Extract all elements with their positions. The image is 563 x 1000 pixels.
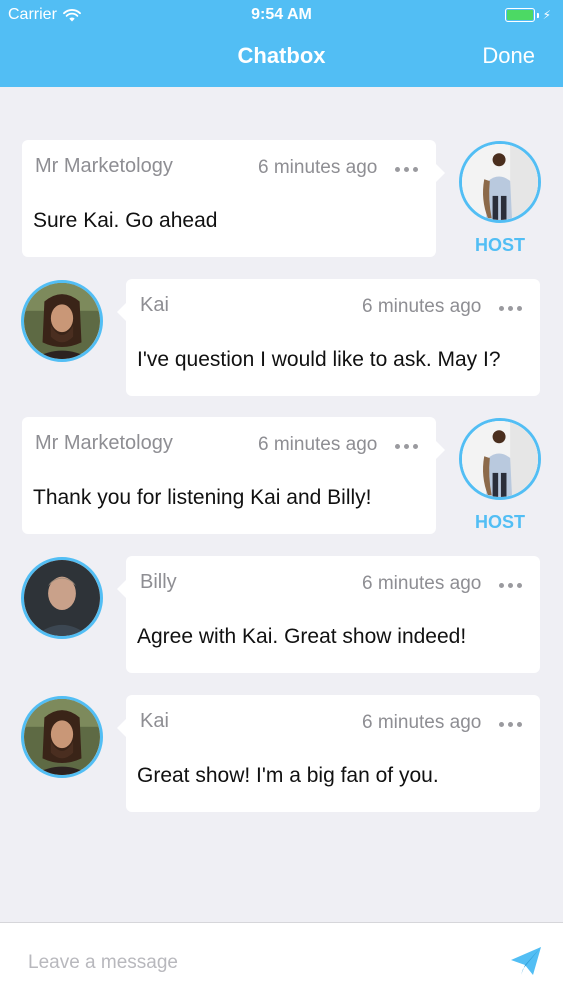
chat-message: Kai 6 minutes ago Great show! I'm a big … (0, 695, 563, 813)
chat-message: Billy 6 minutes ago Agree with Kai. Grea… (0, 556, 563, 674)
ellipsis-icon[interactable] (499, 306, 522, 311)
message-bubble[interactable]: Billy 6 minutes ago Agree with Kai. Grea… (117, 556, 540, 673)
kai-avatar[interactable] (21, 280, 103, 362)
ellipsis-icon[interactable] (395, 167, 418, 172)
chat-message: Mr Marketology 6 minutes ago Thank you f… (0, 417, 563, 535)
chat-message: Kai 6 minutes ago I've question I would … (0, 279, 563, 397)
charging-bolt-icon: ⚡︎ (542, 8, 551, 22)
message-time: 6 minutes ago (362, 573, 482, 594)
sender-name: Kai (140, 710, 169, 732)
sender-name: Mr Marketology (35, 155, 173, 177)
status-time: 9:54 AM (251, 6, 312, 23)
page-title: Chatbox (237, 43, 326, 68)
message-bubble[interactable]: Mr Marketology 6 minutes ago Thank you f… (22, 417, 445, 534)
message-bubble[interactable]: Kai 6 minutes ago I've question I would … (117, 279, 540, 396)
host-avatar[interactable] (459, 141, 541, 223)
ellipsis-icon[interactable] (395, 444, 418, 449)
message-bubble[interactable]: Mr Marketology 6 minutes ago Sure Kai. G… (22, 140, 445, 257)
message-time: 6 minutes ago (258, 434, 378, 455)
message-time: 6 minutes ago (258, 157, 378, 178)
message-text: Great show! I'm a big fan of you. (137, 764, 439, 787)
status-bar: Carrier 9:54 AM ⚡︎ (0, 0, 563, 30)
ellipsis-icon[interactable] (499, 722, 522, 727)
message-time: 6 minutes ago (362, 296, 482, 317)
message-text: Sure Kai. Go ahead (33, 209, 218, 232)
message-bubble[interactable]: Kai 6 minutes ago Great show! I'm a big … (117, 695, 540, 812)
message-composer (0, 922, 563, 1000)
message-text: Thank you for listening Kai and Billy! (33, 486, 372, 509)
sender-name: Kai (140, 294, 169, 316)
host-avatar[interactable] (459, 418, 541, 500)
done-button[interactable]: Done (482, 43, 535, 69)
navigation-header: Carrier 9:54 AM ⚡︎ Chatbox Done (0, 0, 563, 87)
message-time: 6 minutes ago (362, 712, 482, 733)
kai-avatar[interactable] (21, 696, 103, 778)
ellipsis-icon[interactable] (499, 583, 522, 588)
host-badge: HOST (474, 235, 525, 255)
billy-avatar[interactable] (21, 557, 103, 639)
sender-name: Billy (140, 571, 177, 593)
paper-plane-icon[interactable] (509, 945, 543, 977)
chat-message: Mr Marketology 6 minutes ago Sure Kai. G… (0, 140, 563, 258)
message-text: Agree with Kai. Great show indeed! (137, 625, 467, 648)
sender-name: Mr Marketology (35, 432, 173, 454)
message-input[interactable] (28, 950, 488, 976)
message-text: I've question I would like to ask. May I… (137, 348, 501, 371)
host-badge: HOST (474, 512, 525, 532)
battery-icon: ⚡︎ (504, 8, 551, 22)
